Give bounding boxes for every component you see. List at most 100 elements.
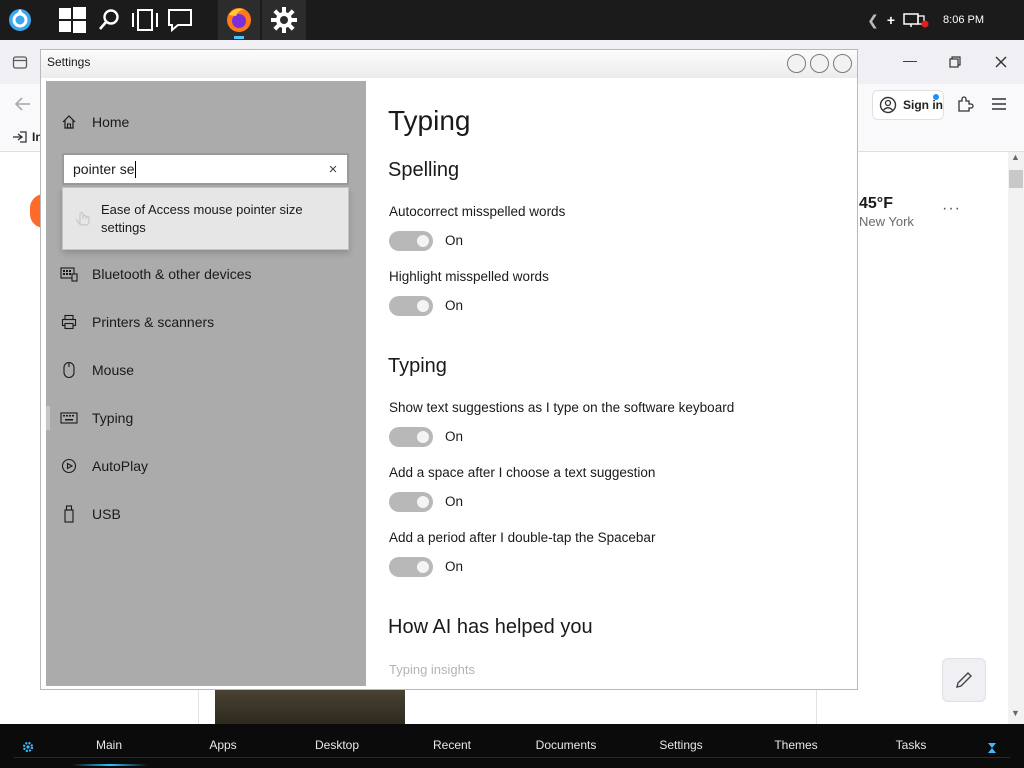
- typing-heading: Typing: [388, 355, 447, 377]
- highlight-state: On: [445, 298, 464, 313]
- notifications-button[interactable]: [164, 0, 196, 40]
- mouse-icon: [63, 361, 75, 379]
- dock-item-themes[interactable]: Themes: [774, 738, 817, 752]
- add-period-label: Add a period after I double-tap the Spac…: [389, 530, 656, 545]
- text-caret: [135, 160, 137, 178]
- nav-bluetooth-label: Bluetooth & other devices: [92, 266, 252, 282]
- search-button[interactable]: [94, 0, 124, 40]
- toggle-knob: [417, 235, 429, 247]
- close-button[interactable]: [833, 54, 852, 73]
- autocorrect-toggle[interactable]: [389, 231, 433, 251]
- nav-mouse[interactable]: Mouse: [46, 352, 366, 388]
- pencil-icon: [956, 672, 972, 688]
- dock-item-settings[interactable]: Settings: [659, 738, 702, 752]
- task-view-button[interactable]: [128, 0, 162, 40]
- tab-manager-icon[interactable]: [12, 54, 28, 70]
- bluetooth-devices-icon: [60, 267, 78, 282]
- dock-item-recent[interactable]: Recent: [433, 738, 471, 752]
- nav-autoplay[interactable]: AutoPlay: [46, 448, 366, 484]
- page-title: Typing: [388, 105, 471, 136]
- sign-in-button[interactable]: Sign in: [872, 90, 944, 120]
- app-logo-button[interactable]: [0, 0, 40, 40]
- add-space-toggle[interactable]: [389, 492, 433, 512]
- suggestions-toggle[interactable]: [389, 427, 433, 447]
- app-logo-icon: [9, 9, 31, 31]
- highlight-label: Highlight misspelled words: [389, 269, 549, 284]
- settings-window: Settings Home pointer se × Ease of Acces…: [40, 49, 858, 690]
- scrollbar-thumb[interactable]: [1009, 170, 1023, 188]
- weather-temperature[interactable]: 45°F: [859, 195, 893, 213]
- windows-start-button[interactable]: [54, 0, 90, 40]
- nav-home[interactable]: Home: [46, 104, 366, 140]
- extensions-icon[interactable]: [956, 95, 974, 113]
- search-suggestion-item[interactable]: Ease of Access mouse pointer size settin…: [62, 187, 349, 250]
- suggestion-label: Ease of Access mouse pointer size settin…: [101, 202, 303, 235]
- home-icon: [62, 115, 76, 129]
- minimize-browser-icon[interactable]: —: [903, 52, 917, 68]
- nav-bluetooth-devices[interactable]: Bluetooth & other devices: [46, 256, 366, 292]
- back-arrow-icon[interactable]: [14, 96, 32, 112]
- import-bookmarks-icon[interactable]: [12, 130, 28, 144]
- news-thumbnail-image[interactable]: [215, 690, 405, 724]
- clock-time[interactable]: 8:06 PM: [943, 14, 984, 26]
- settings-search-input[interactable]: pointer se ×: [62, 153, 349, 185]
- network-disconnected-icon[interactable]: [903, 12, 929, 28]
- weather-city[interactable]: New York: [859, 214, 914, 229]
- dock-item-apps[interactable]: Apps: [209, 738, 236, 752]
- spelling-heading: Spelling: [388, 159, 460, 181]
- autocorrect-state: On: [445, 233, 464, 248]
- active-app-indicator: [234, 36, 244, 39]
- highlight-toggle[interactable]: [389, 296, 433, 316]
- dock-hourglass-icon[interactable]: [986, 742, 998, 754]
- clear-search-icon[interactable]: ×: [325, 161, 341, 178]
- dock-item-desktop[interactable]: Desktop: [315, 738, 359, 752]
- weather-more-options[interactable]: ···: [942, 200, 961, 218]
- dock-gear-icon[interactable]: [22, 741, 34, 753]
- nav-typing[interactable]: Typing: [46, 400, 366, 436]
- selected-indicator: [46, 406, 50, 430]
- add-period-toggle[interactable]: [389, 557, 433, 577]
- typing-insights-link[interactable]: Typing insights: [389, 662, 475, 677]
- ease-of-access-icon: [75, 211, 90, 226]
- content-divider: [198, 690, 199, 724]
- nav-usb-label: USB: [92, 506, 121, 522]
- maximize-button[interactable]: [810, 54, 829, 73]
- usb-icon: [64, 505, 74, 523]
- add-space-label: Add a space after I choose a text sugges…: [389, 465, 656, 480]
- search-input-value: pointer se: [73, 161, 135, 177]
- minimize-button[interactable]: [787, 54, 806, 73]
- typing-settings-page: Typing Spelling Autocorrect misspelled w…: [388, 81, 848, 686]
- page-scrollbar[interactable]: [1008, 152, 1024, 724]
- nav-printers-scanners[interactable]: Printers & scanners: [46, 304, 366, 340]
- suggestions-state: On: [445, 429, 464, 444]
- dock-item-documents[interactable]: Documents: [536, 738, 597, 752]
- edit-button[interactable]: [942, 658, 986, 702]
- window-title: Settings: [47, 55, 91, 69]
- close-browser-icon[interactable]: [995, 56, 1007, 68]
- scroll-up-icon[interactable]: ▲: [1011, 152, 1020, 162]
- tray-add-icon[interactable]: +: [887, 12, 895, 28]
- add-space-state: On: [445, 494, 464, 509]
- settings-titlebar[interactable]: Settings: [41, 50, 857, 78]
- add-period-state: On: [445, 559, 464, 574]
- printer-icon: [61, 314, 77, 330]
- dock-item-tasks[interactable]: Tasks: [896, 738, 927, 752]
- dock-item-main[interactable]: Main: [96, 738, 122, 752]
- keyboard-icon: [60, 412, 78, 424]
- tray-chevron-icon[interactable]: ❮: [867, 12, 879, 29]
- firefox-taskbar-button[interactable]: [218, 0, 260, 40]
- toggle-knob: [417, 300, 429, 312]
- nav-mouse-label: Mouse: [92, 362, 135, 378]
- search-icon: [99, 9, 119, 30]
- bottom-dock: Main Apps Desktop Recent Documents Setti…: [0, 724, 1024, 768]
- nav-home-label: Home: [92, 114, 130, 130]
- restore-browser-icon[interactable]: [949, 56, 961, 68]
- notifications-icon: [168, 9, 192, 33]
- system-tray: ❮ + 8:06 PM: [867, 0, 1024, 40]
- nav-printers-label: Printers & scanners: [92, 314, 215, 330]
- nav-usb[interactable]: USB: [46, 496, 366, 532]
- menu-icon[interactable]: [992, 98, 1006, 110]
- settings-taskbar-button[interactable]: [262, 0, 306, 40]
- scroll-down-icon[interactable]: ▼: [1011, 708, 1020, 718]
- windows-start-icon: [59, 7, 86, 33]
